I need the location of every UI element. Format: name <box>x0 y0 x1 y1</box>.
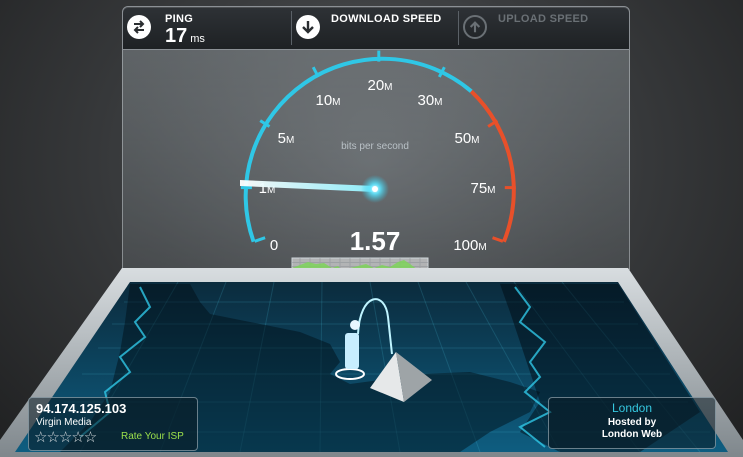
scale-7-unit: M <box>487 185 495 196</box>
scale-3-number: 10 <box>315 92 332 109</box>
gauge-arc-warning <box>469 89 516 243</box>
tick-0 <box>254 236 266 243</box>
server-host: Hosted by London Web <box>549 417 715 441</box>
needle-hub <box>372 186 378 192</box>
scale-label-20m: 20M <box>367 77 392 94</box>
scale-5-number: 30 <box>417 92 434 109</box>
scale-3-unit: M <box>332 97 340 108</box>
server-info-panel: London Hosted by London Web <box>548 397 716 449</box>
client-body <box>345 333 359 369</box>
scale-2-number: 5 <box>278 130 286 147</box>
scale-0-number: 0 <box>270 237 278 254</box>
scale-6-unit: M <box>471 135 479 146</box>
client-info-panel: 94.174.125.103 Virgin Media ☆☆☆☆☆ Rate Y… <box>28 397 198 451</box>
rate-isp-link[interactable]: Rate Your ISP <box>121 431 184 442</box>
scale-label-100m: 100M <box>453 237 486 254</box>
client-ip: 94.174.125.103 <box>36 401 127 416</box>
host-name: London Web <box>601 429 663 440</box>
tick-8 <box>492 236 504 243</box>
scale-label-0: 0 <box>270 237 278 254</box>
scale-4-number: 20 <box>367 77 384 94</box>
scale-6-number: 50 <box>454 130 471 147</box>
scale-7-number: 75 <box>470 180 487 197</box>
client-isp: Virgin Media <box>36 417 92 428</box>
scale-2-unit: M <box>286 135 294 146</box>
units-caption: bits per second <box>341 141 409 152</box>
scale-label-5m: 5M <box>278 130 295 147</box>
scale-label-75m: 75M <box>470 180 495 197</box>
scale-label-10m: 10M <box>315 92 340 109</box>
hosted-by-label: Hosted by <box>607 417 657 428</box>
isp-rating-stars[interactable]: ☆☆☆☆☆ <box>34 428 97 446</box>
speedtest-app: PING 17 ms DOWNLOAD SPEED UPLOAD SPEED 0… <box>0 0 743 457</box>
client-head <box>350 320 360 330</box>
server-city[interactable]: London <box>549 401 715 415</box>
scale-5-unit: M <box>434 97 442 108</box>
scale-8-number: 100 <box>453 237 478 254</box>
scale-4-unit: M <box>384 82 392 93</box>
scale-8-unit: M <box>478 242 486 253</box>
scale-label-30m: 30M <box>417 92 442 109</box>
scale-label-50m: 50M <box>454 130 479 147</box>
speed-reading: 1.57 <box>349 226 401 256</box>
